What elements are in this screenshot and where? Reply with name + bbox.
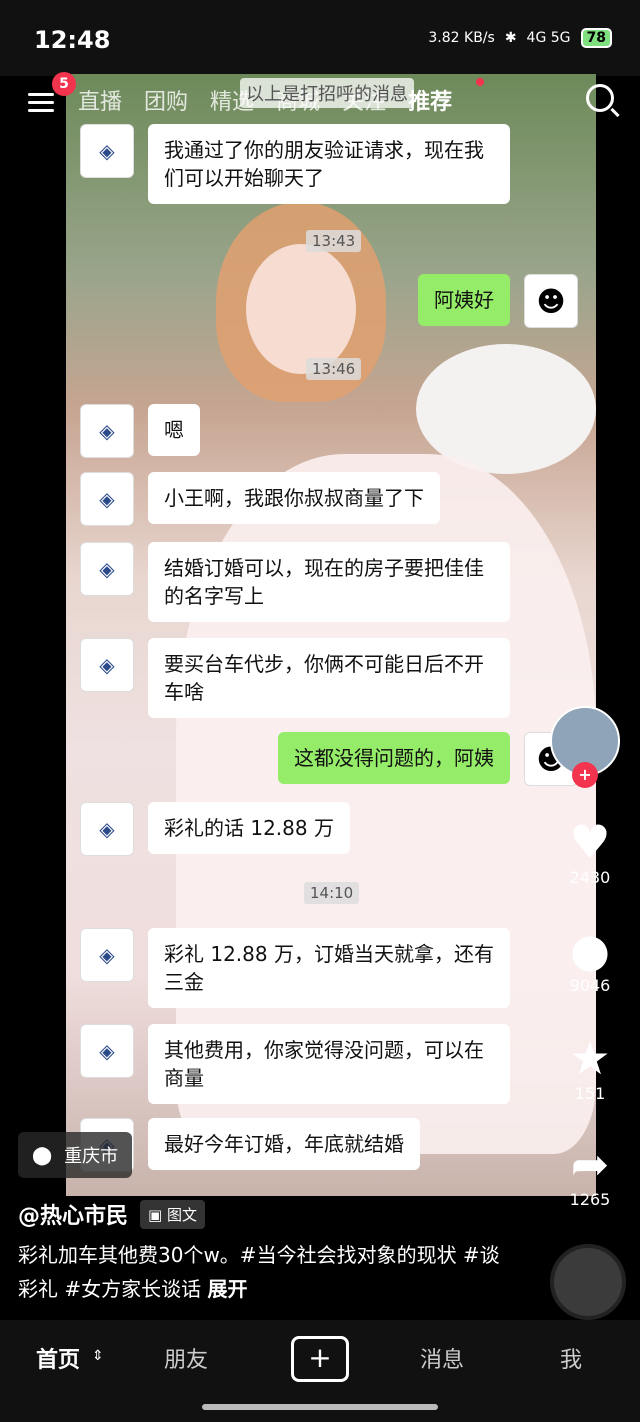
chat-row: ◈ 小王啊，我跟你叔叔商量了下 xyxy=(80,472,440,526)
bluetooth-icon: ✱ xyxy=(504,30,517,46)
aunt-avatar: ◈ xyxy=(80,404,134,458)
menu-icon[interactable] xyxy=(28,88,54,117)
aunt-avatar: ◈ xyxy=(80,472,134,526)
chat-bubble: 最好今年订婚，年底就结婚 xyxy=(148,1118,420,1170)
location-name: 重庆市 xyxy=(64,1146,119,1167)
user-avatar: ☻ xyxy=(524,274,578,328)
nav-home[interactable]: 首页 xyxy=(36,1342,80,1374)
chat-timestamp: 13:43 xyxy=(306,230,362,252)
expand-link[interactable]: 展开 xyxy=(207,1277,247,1301)
chat-timestamp: 13:46 xyxy=(306,358,362,380)
star-icon: ★ xyxy=(569,1031,611,1085)
chat-bubble: 我通过了你的朋友验证请求，现在我们可以开始聊天了 xyxy=(148,124,510,204)
nav-me[interactable]: 我 xyxy=(560,1342,582,1374)
photo-face xyxy=(246,244,356,374)
chat-row: 这都没得问题的，阿姨 ☻ xyxy=(278,732,578,786)
chat-bubble: 要买台车代步，你俩不可能日后不开车啥 xyxy=(148,638,510,718)
greeting-tip: 以上是打招呼的消息 xyxy=(240,78,414,108)
comment-button[interactable]: ● 9046 xyxy=(550,924,630,995)
follow-plus-icon[interactable]: + xyxy=(572,762,598,788)
home-indicator xyxy=(202,1404,438,1410)
like-button[interactable]: ♥ 2430 xyxy=(550,816,630,887)
chat-row: ◈ 其他费用，你家觉得没问题，可以在商量 xyxy=(80,1024,510,1104)
menu-badge: 5 xyxy=(52,72,76,96)
chat-bubble: 嗯 xyxy=(148,404,200,456)
chat-bubble: 小王啊，我跟你叔叔商量了下 xyxy=(148,472,440,524)
chat-row: 阿姨好 ☻ xyxy=(418,274,578,328)
location-tag[interactable]: ⬤ 重庆市 xyxy=(18,1132,133,1178)
like-count: 2430 xyxy=(569,868,611,887)
favorite-count: 151 xyxy=(574,1084,606,1103)
post-type-label: 图文 xyxy=(166,1205,197,1224)
chat-timestamp: 14:10 xyxy=(304,882,360,904)
chat-bubble: 彩礼的话 12.88 万 xyxy=(148,802,350,854)
description-text: 彩礼加车其他费30个w。#当今社会找对象的现状 #谈彩礼 #女方家长谈话 xyxy=(18,1243,500,1301)
chat-bubble: 其他费用，你家觉得没问题，可以在商量 xyxy=(148,1024,510,1104)
tab-groupbuy[interactable]: 团购 xyxy=(144,84,188,116)
aunt-avatar: ◈ xyxy=(80,1024,134,1078)
status-icons: 3.82 KB/s ✱ 4G 5G 78 xyxy=(428,28,612,48)
chat-bubble-me: 阿姨好 xyxy=(418,274,510,326)
nav-messages[interactable]: 消息 xyxy=(420,1342,464,1374)
status-time: 12:48 xyxy=(34,26,111,54)
chat-bubble-me: 这都没得问题的，阿姨 xyxy=(278,732,510,784)
create-button[interactable]: + xyxy=(291,1336,349,1382)
location-pin-icon: ⬤ xyxy=(32,1144,53,1166)
chat-row: ◈ 彩礼 12.88 万，订婚当天就拿，还有三金 xyxy=(80,928,510,1008)
favorite-button[interactable]: ★ 151 xyxy=(550,1032,630,1103)
chat-row: ◈ 要买台车代步，你俩不可能日后不开车啥 xyxy=(80,638,510,718)
comment-count: 9046 xyxy=(569,976,611,995)
following-dot xyxy=(476,78,484,86)
chat-row: ◈ 结婚订婚可以，现在的房子要把佳佳的名字写上 xyxy=(80,542,510,622)
post-description: 彩礼加车其他费30个w。#当今社会找对象的现状 #谈彩礼 #女方家长谈话 展开 xyxy=(18,1238,518,1306)
comment-icon: ● xyxy=(569,923,611,977)
image-text-icon: ▣ xyxy=(148,1205,163,1224)
battery-icon: 78 xyxy=(580,28,612,48)
aunt-avatar: ◈ xyxy=(80,124,134,178)
tab-recommend[interactable]: 推荐 xyxy=(408,84,452,116)
tab-live[interactable]: 直播 xyxy=(78,84,122,116)
share-count: 1265 xyxy=(569,1190,611,1209)
chat-bubble: 结婚订婚可以，现在的房子要把佳佳的名字写上 xyxy=(148,542,510,622)
heart-icon: ♥ xyxy=(569,815,611,869)
aunt-avatar: ◈ xyxy=(80,638,134,692)
net-speed: 3.82 KB/s xyxy=(428,30,495,46)
aunt-avatar: ◈ xyxy=(80,928,134,982)
chat-row: ◈ 我通过了你的朋友验证请求，现在我们可以开始聊天了 xyxy=(80,124,510,204)
chat-row: ◈ 嗯 xyxy=(80,404,200,458)
author-row: @热心市民 ▣ 图文 xyxy=(18,1198,205,1230)
search-icon[interactable] xyxy=(586,84,614,112)
chat-row: ◈ 彩礼的话 12.88 万 xyxy=(80,802,350,856)
author-name[interactable]: @热心市民 xyxy=(18,1198,128,1230)
aunt-avatar: ◈ xyxy=(80,802,134,856)
swap-icon: ⇕ xyxy=(92,1348,104,1364)
share-button[interactable]: ➦ 1265 xyxy=(550,1138,630,1209)
signal-labels: 4G 5G xyxy=(526,30,571,46)
aunt-avatar: ◈ xyxy=(80,542,134,596)
post-type-tag: ▣ 图文 xyxy=(140,1199,205,1229)
nav-friends[interactable]: 朋友 xyxy=(164,1342,208,1374)
status-bar: 12:48 3.82 KB/s ✱ 4G 5G 78 xyxy=(0,0,640,76)
music-disc[interactable] xyxy=(550,1244,626,1320)
share-arrow-icon: ➦ xyxy=(570,1137,610,1191)
chat-bubble: 彩礼 12.88 万，订婚当天就拿，还有三金 xyxy=(148,928,510,1008)
